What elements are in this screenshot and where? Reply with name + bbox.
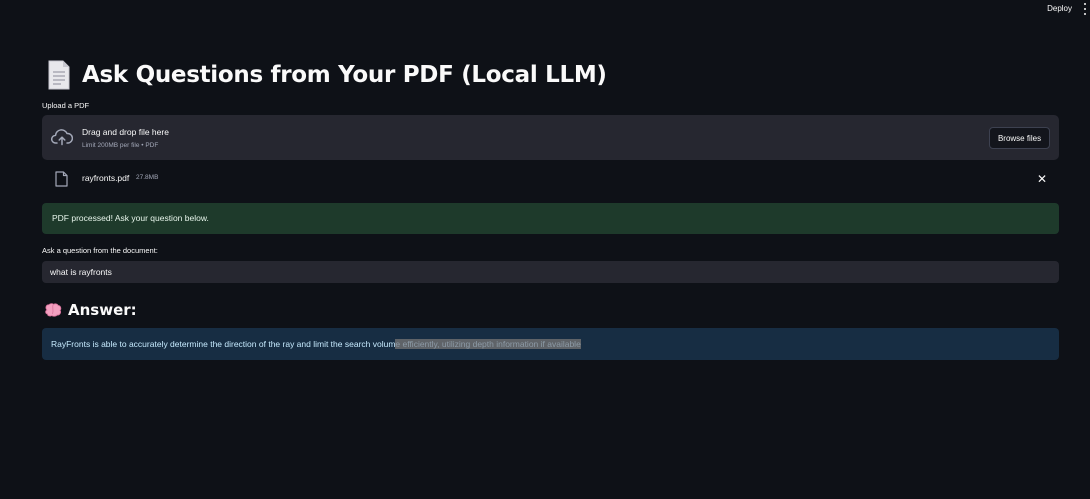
answer-text-part: RayFronts is able to accurately determin… — [51, 339, 396, 349]
top-bar: Deploy — [0, 0, 1090, 18]
brain-icon — [45, 303, 62, 317]
kebab-menu-icon[interactable] — [1082, 3, 1088, 15]
success-alert: PDF processed! Ask your question below. — [42, 203, 1059, 234]
answer-box: RayFronts is able to accurately determin… — [42, 328, 1059, 360]
cloud-upload-icon — [51, 129, 73, 146]
page-header: Ask Questions from Your PDF (Local LLM) — [47, 58, 607, 92]
answer-header: Answer: — [44, 299, 137, 321]
success-message: PDF processed! Ask your question below. — [52, 213, 209, 223]
upload-label: Upload a PDF — [42, 101, 90, 110]
question-label: Ask a question from the document: — [42, 246, 158, 255]
answer-text-selection: e efficiently, utilizing depth informati… — [395, 339, 581, 349]
file-size: 27.8MB — [136, 174, 159, 181]
document-icon — [48, 60, 70, 90]
file-name: rayfronts.pdf — [82, 173, 130, 183]
answer-heading: Answer: — [68, 301, 137, 319]
uploaded-file-row: rayfronts.pdf 27.8MB ✕ — [42, 169, 1059, 189]
close-icon[interactable]: ✕ — [1035, 172, 1049, 186]
page-title: Ask Questions from Your PDF (Local LLM) — [82, 62, 607, 88]
dropzone-limit-text: Limit 200MB per file • PDF — [82, 142, 159, 149]
answer-text: RayFronts is able to accurately determin… — [51, 339, 581, 349]
browse-files-button[interactable]: Browse files — [989, 127, 1050, 149]
file-dropzone[interactable]: Drag and drop file here Limit 200MB per … — [42, 115, 1059, 160]
dropzone-title: Drag and drop file here — [82, 127, 169, 137]
question-input[interactable] — [42, 261, 1059, 283]
file-icon — [55, 171, 68, 187]
deploy-button[interactable]: Deploy — [1047, 4, 1072, 13]
